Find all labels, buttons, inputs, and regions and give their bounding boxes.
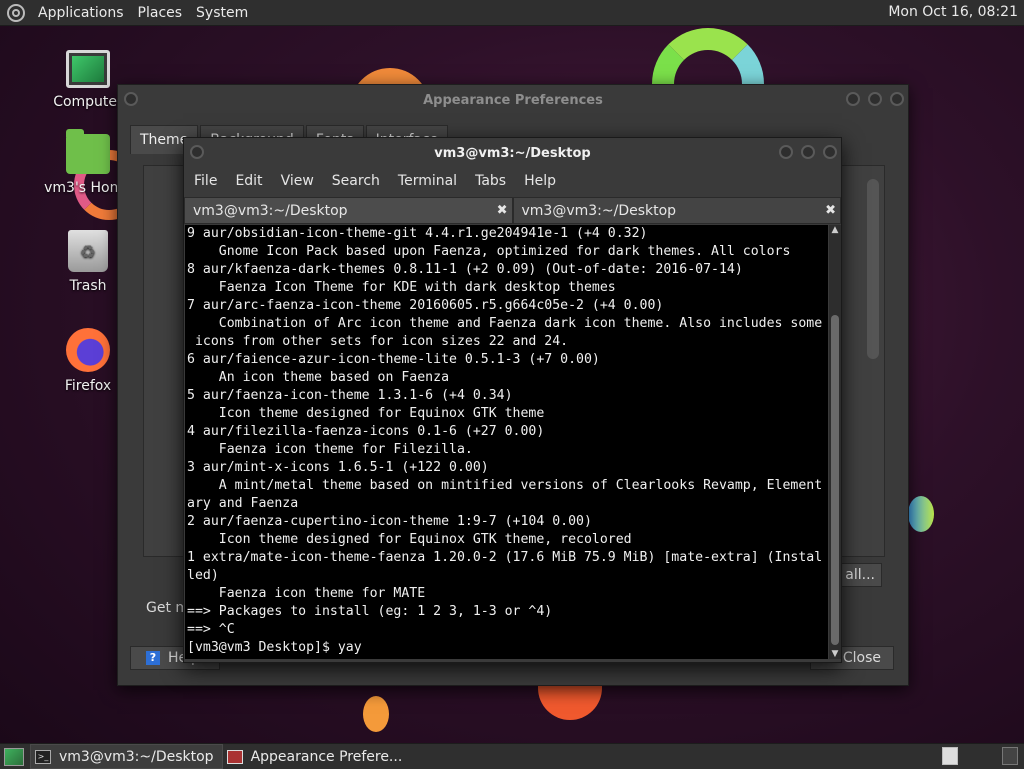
show-desktop-icon[interactable] (4, 747, 24, 766)
workspace-switcher-1[interactable] (942, 747, 958, 765)
menu-help[interactable]: Help (518, 173, 568, 189)
scrollbar-thumb[interactable] (831, 315, 839, 645)
desktop-icon-label: Firefox (64, 378, 112, 394)
window-titlebar[interactable]: Appearance Preferences (118, 85, 908, 115)
terminal-line: An icon theme based on Faenza (187, 370, 450, 385)
menu-system[interactable]: System (189, 5, 255, 21)
top-panel: Applications Places System Mon Oct 16, 0… (0, 0, 1024, 26)
appearance-icon (226, 749, 243, 764)
wallpaper-shape (363, 696, 389, 732)
terminal-tabs: vm3@vm3:~/Desktop ✖ vm3@vm3:~/Desktop ✖ (184, 197, 841, 224)
terminal-output[interactable]: 9 aur/obsidian-icon-theme-git 4.4.r1.ge2… (185, 225, 828, 659)
terminal-line: ==> Packages to install (eg: 1 2 3, 1-3 … (187, 604, 553, 619)
terminal-title: vm3@vm3:~/Desktop (434, 145, 591, 161)
terminal-line: icons from other sets for icon sizes 22 … (187, 334, 569, 349)
maximize-icon[interactable] (801, 145, 815, 159)
scroll-up-icon[interactable]: ▲ (829, 225, 841, 235)
terminal-line: 2 aur/faenza-cupertino-icon-theme 1:9-7 … (187, 514, 592, 529)
terminal-line: Icon theme designed for Equinox GTK them… (187, 406, 545, 421)
menu-edit[interactable]: Edit (229, 173, 274, 189)
menu-view[interactable]: View (275, 173, 326, 189)
terminal-line: 8 aur/kfaenza-dark-themes 0.8.11-1 (+2 0… (187, 262, 743, 277)
trash-icon (68, 230, 108, 272)
terminal-tab[interactable]: vm3@vm3:~/Desktop ✖ (184, 197, 513, 224)
firefox-icon (66, 328, 110, 372)
minimize-icon[interactable] (779, 145, 793, 159)
folder-home-icon (66, 129, 110, 174)
terminal-line: 1 extra/mate-icon-theme-faenza 1.20.0-2 … (187, 550, 823, 565)
terminal-line: ary and Faenza (187, 496, 299, 511)
taskbar-item-label: vm3@vm3:~/Desktop (59, 748, 214, 765)
taskbar-item-terminal[interactable]: >_ vm3@vm3:~/Desktop (30, 744, 223, 769)
terminal-window: vm3@vm3:~/Desktop File Edit View Search … (183, 137, 842, 663)
terminal-line: Icon theme designed for Equinox GTK them… (187, 532, 632, 547)
terminal-line: A mint/metal theme based on mintified ve… (187, 478, 823, 493)
terminal-line: 5 aur/faenza-icon-theme 1.3.1-6 (+4 0.34… (187, 388, 513, 403)
clock[interactable]: Mon Oct 16, 08:21 (888, 4, 1018, 20)
close-tab-icon[interactable]: ✖ (497, 203, 508, 218)
minimize-icon[interactable] (846, 92, 860, 106)
close-label: Close (842, 650, 881, 666)
terminal-line: Gnome Icon Pack based upon Faenza, optim… (187, 244, 791, 259)
menu-terminal[interactable]: Terminal (392, 173, 469, 189)
terminal-menubar: File Edit View Search Terminal Tabs Help (184, 168, 841, 194)
menu-file[interactable]: File (188, 173, 229, 189)
workspace-switcher-2[interactable] (1002, 747, 1018, 765)
taskbar-item-appearance[interactable]: Appearance Prefere... (223, 745, 411, 768)
wallpaper-shape (908, 496, 934, 532)
terminal-line: led) (187, 568, 219, 583)
distro-logo-icon[interactable] (7, 3, 25, 22)
maximize-icon[interactable] (868, 92, 882, 106)
window-menu-icon[interactable] (124, 92, 138, 106)
menu-applications[interactable]: Applications (31, 5, 131, 21)
terminal-line: ==> ^C (187, 622, 235, 637)
terminal-line: 7 aur/arc-faenza-icon-theme 20160605.r5.… (187, 298, 664, 313)
computer-icon (66, 50, 110, 88)
bottom-panel: >_ vm3@vm3:~/Desktop Appearance Prefere.… (0, 743, 1024, 769)
window-menu-icon[interactable] (190, 145, 204, 159)
menu-search[interactable]: Search (326, 173, 392, 189)
desktop-icon-label: Computer (53, 94, 123, 110)
terminal-scrollbar[interactable]: ▲ ▼ (829, 225, 841, 659)
terminal-line: 4 aur/filezilla-faenza-icons 0.1-6 (+27 … (187, 424, 545, 439)
terminal-titlebar[interactable]: vm3@vm3:~/Desktop (184, 138, 841, 168)
terminal-line: 3 aur/mint-x-icons 1.6.5-1 (+122 0.00) (187, 460, 489, 475)
close-icon[interactable] (823, 145, 837, 159)
window-title: Appearance Preferences (423, 92, 603, 108)
terminal-line: [vm3@vm3 Desktop]$ yay (187, 640, 362, 655)
terminal-tab[interactable]: vm3@vm3:~/Desktop ✖ (512, 197, 841, 224)
install-label: all... (845, 567, 875, 583)
terminal-tab-label: vm3@vm3:~/Desktop (193, 202, 348, 219)
desktop-icon-label: Trash (69, 278, 107, 294)
terminal-line: 9 aur/obsidian-icon-theme-git 4.4.r1.ge2… (187, 226, 648, 241)
theme-list-scrollbar[interactable] (867, 179, 879, 359)
terminal-tab-label: vm3@vm3:~/Desktop (521, 202, 677, 219)
terminal-line: Faenza Icon Theme for KDE with dark desk… (187, 280, 616, 295)
menu-places[interactable]: Places (131, 5, 190, 21)
taskbar-item-label: Appearance Prefere... (250, 748, 403, 765)
terminal-line: 6 aur/faience-azur-icon-theme-lite 0.5.1… (187, 352, 600, 367)
terminal-line: Combination of Arc icon theme and Faenza… (187, 316, 823, 331)
close-tab-icon[interactable]: ✖ (825, 203, 836, 218)
scroll-down-icon[interactable]: ▼ (829, 649, 841, 659)
menu-tabs[interactable]: Tabs (469, 173, 518, 189)
help-icon: ? (146, 651, 160, 665)
terminal-icon: >_ (35, 749, 51, 764)
terminal-line: Faenza icon theme for Filezilla. (187, 442, 473, 457)
close-icon[interactable] (890, 92, 904, 106)
terminal-line: Faenza icon theme for MATE (187, 586, 426, 601)
